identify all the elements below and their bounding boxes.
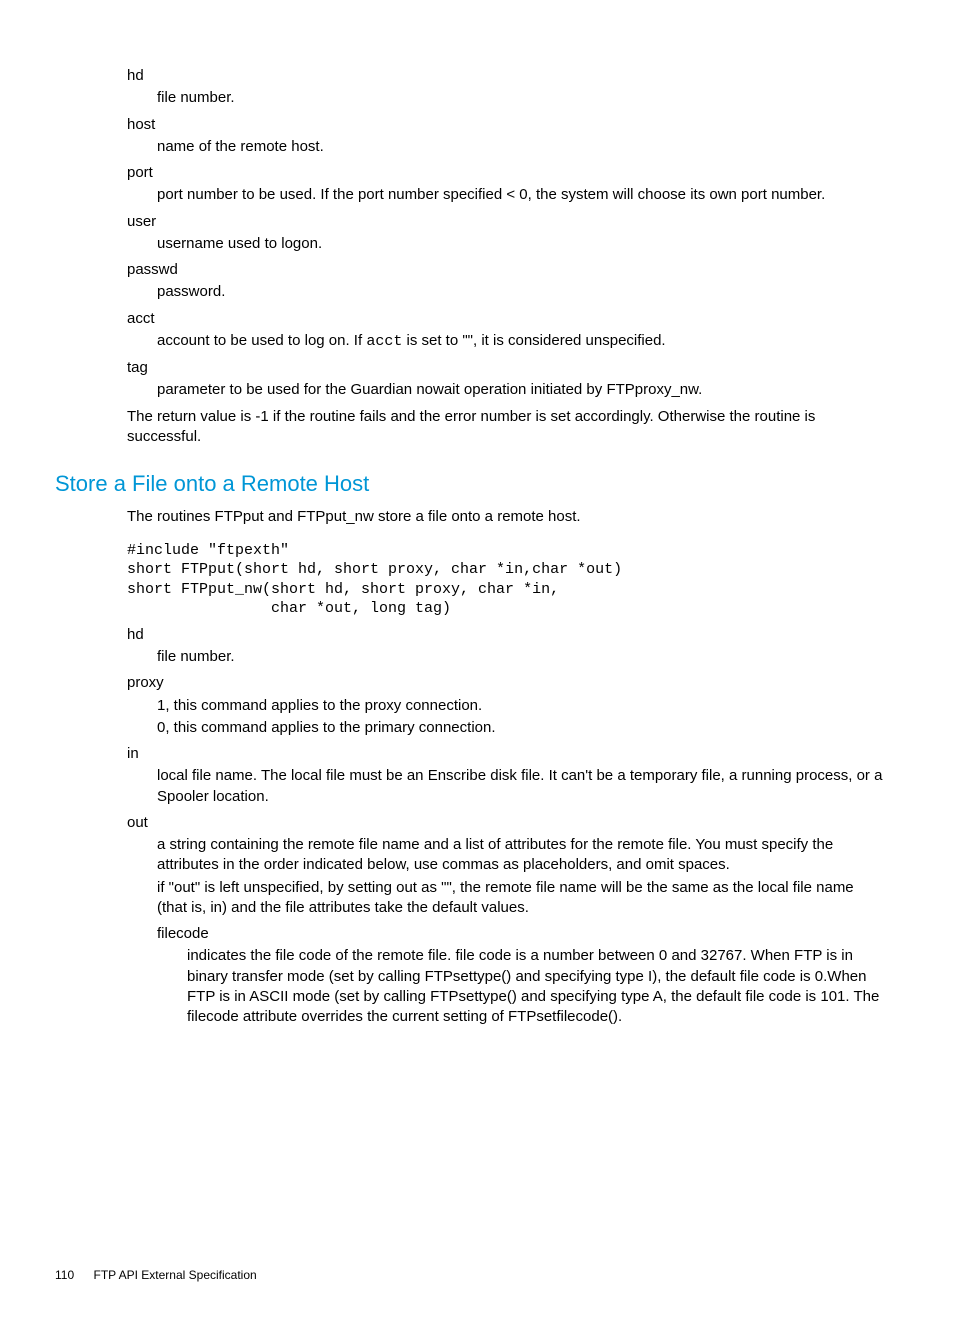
page-number: 110 bbox=[55, 1267, 74, 1283]
section-intro: The routines FTPput and FTPput_nw store … bbox=[127, 507, 885, 527]
term-filecode: filecode bbox=[157, 924, 885, 944]
def-host: name of the remote host. bbox=[157, 137, 885, 157]
def-filecode: indicates the file code of the remote fi… bbox=[187, 946, 885, 1027]
page-footer: 110 FTP API External Specification bbox=[55, 1267, 899, 1283]
term-user: user bbox=[127, 212, 885, 232]
section-heading-store-file: Store a File onto a Remote Host bbox=[55, 469, 885, 499]
page-body: hd file number. host name of the remote … bbox=[55, 66, 885, 1027]
def-acct: account to be used to log on. If acct is… bbox=[157, 331, 885, 352]
def-passwd: password. bbox=[157, 282, 885, 302]
def-acct-code: acct bbox=[366, 333, 402, 350]
term-hd: hd bbox=[127, 66, 885, 86]
def-in: local file name. The local file must be … bbox=[157, 766, 885, 807]
def-hd2: file number. bbox=[157, 647, 885, 667]
def-user: username used to logon. bbox=[157, 234, 885, 254]
code-block-ftpput: #include "ftpexth" short FTPput(short hd… bbox=[127, 541, 885, 619]
term-acct: acct bbox=[127, 309, 885, 329]
term-out: out bbox=[127, 813, 885, 833]
def-port: port number to be used. If the port numb… bbox=[157, 185, 885, 205]
term-in: in bbox=[127, 744, 885, 764]
def-acct-post: is set to "", it is considered unspecifi… bbox=[402, 332, 665, 349]
return-value-para: The return value is -1 if the routine fa… bbox=[127, 407, 885, 448]
def-acct-pre: account to be used to log on. If bbox=[157, 332, 366, 349]
def-hd: file number. bbox=[157, 88, 885, 108]
def-out-1: a string containing the remote file name… bbox=[157, 835, 885, 876]
term-hd2: hd bbox=[127, 625, 885, 645]
term-port: port bbox=[127, 163, 885, 183]
def-proxy-0: 0, this command applies to the primary c… bbox=[157, 718, 885, 738]
def-tag: parameter to be used for the Guardian no… bbox=[157, 380, 885, 400]
chapter-title: FTP API External Specification bbox=[93, 1267, 256, 1283]
def-out-2: if "out" is left unspecified, by setting… bbox=[157, 878, 885, 919]
def-proxy-1: 1, this command applies to the proxy con… bbox=[157, 696, 885, 716]
term-host: host bbox=[127, 115, 885, 135]
term-tag: tag bbox=[127, 358, 885, 378]
term-passwd: passwd bbox=[127, 260, 885, 280]
term-proxy: proxy bbox=[127, 673, 885, 693]
